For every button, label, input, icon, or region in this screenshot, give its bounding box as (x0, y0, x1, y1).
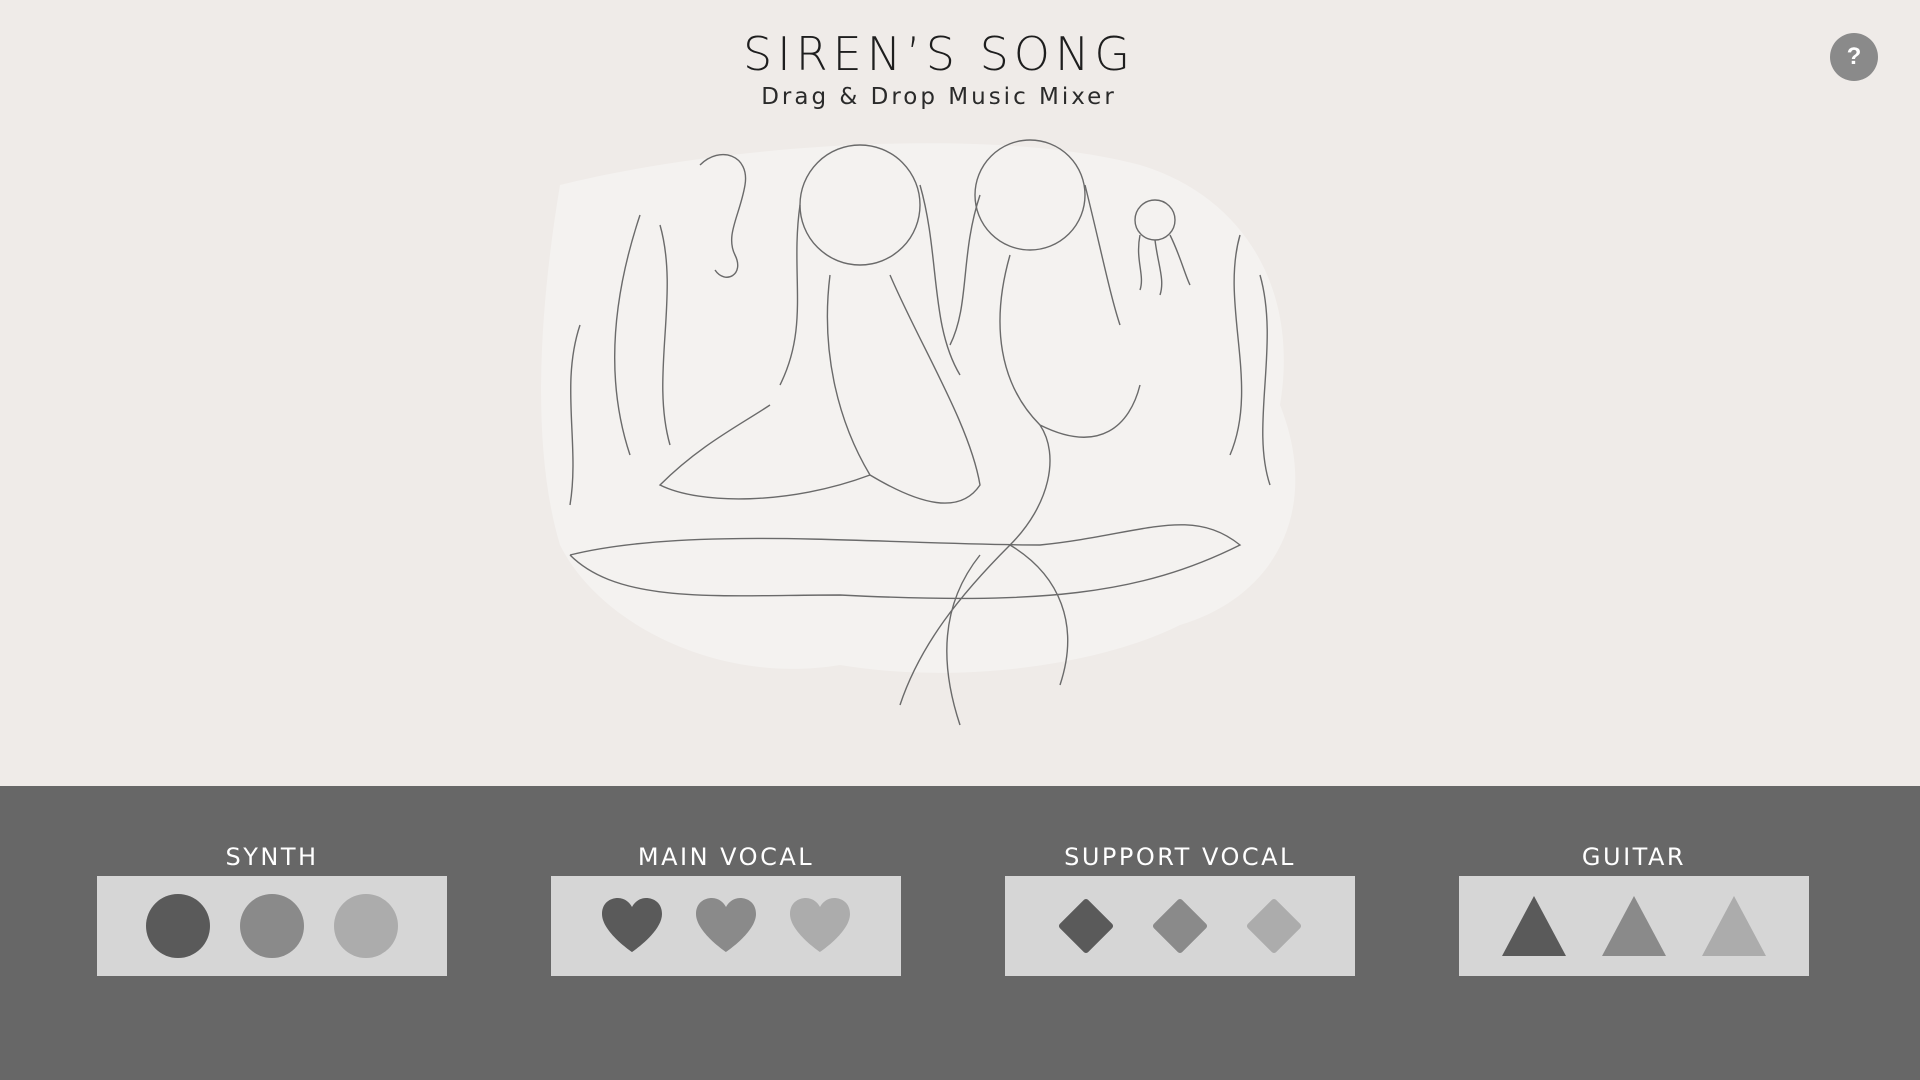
track-label: GUITAR (1581, 843, 1687, 871)
triangle-icon[interactable] (1599, 894, 1669, 958)
heart-icon[interactable] (694, 894, 758, 958)
track-main-vocal: MAIN VOCAL (551, 842, 901, 976)
track-sound-bin (1459, 876, 1809, 976)
track-support-vocal: SUPPORT VOCAL (1005, 842, 1355, 976)
triangle-icon[interactable] (1699, 894, 1769, 958)
app-title: SIREN’S SONG (742, 27, 1136, 81)
heart-icon[interactable] (600, 894, 664, 958)
track-label: MAIN VOCAL (637, 843, 815, 871)
track-guitar: GUITAR (1459, 842, 1809, 976)
track-label: SUPPORT VOCAL (1064, 843, 1296, 871)
circle-icon[interactable] (146, 894, 210, 958)
header: SIREN’S SONG Drag & Drop Music Mixer (0, 26, 1878, 112)
circle-icon[interactable] (240, 894, 304, 958)
mermaids-sketch-illustration (541, 139, 1296, 726)
track-label: SYNTH (225, 843, 319, 871)
diamond-icon[interactable] (1054, 894, 1118, 958)
triangle-icon[interactable] (1499, 894, 1569, 958)
track-sound-bin (551, 876, 901, 976)
heart-icon[interactable] (788, 894, 852, 958)
track-synth: SYNTH (97, 842, 447, 976)
track-sound-bin (1005, 876, 1355, 976)
mixer-panel: SYNTH MAIN VOCAL SUPPORT VOCAL GUITAR (0, 786, 1920, 1080)
track-sound-bin (97, 876, 447, 976)
diamond-icon[interactable] (1242, 894, 1306, 958)
app-subtitle: Drag & Drop Music Mixer (761, 84, 1117, 110)
help-button[interactable]: ? (1830, 33, 1878, 81)
diamond-icon[interactable] (1148, 894, 1212, 958)
circle-icon[interactable] (334, 894, 398, 958)
